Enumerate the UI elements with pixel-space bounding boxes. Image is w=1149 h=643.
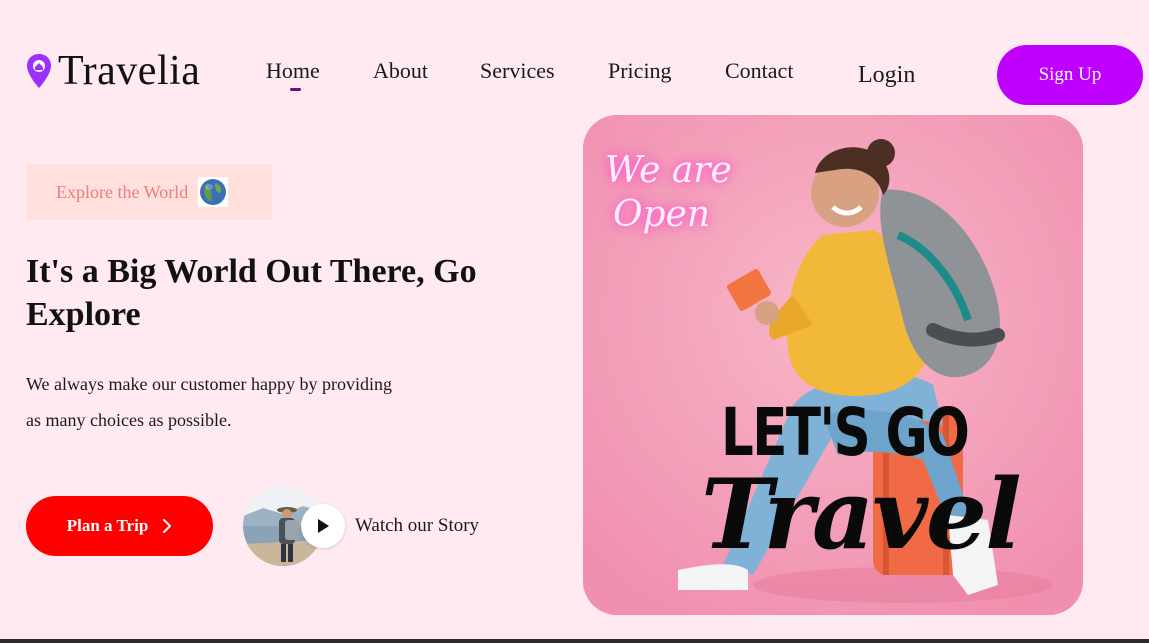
hero-subtext-line-2: as many choices as possible. <box>26 410 232 430</box>
badge-label: Explore the World <box>56 181 189 202</box>
plan-trip-button[interactable]: Plan a Trip <box>26 496 213 556</box>
watch-story-link[interactable]: Watch our Story <box>355 515 479 537</box>
globe-icon <box>198 177 229 207</box>
travel-text: Travel <box>701 458 1022 571</box>
play-icon <box>318 519 329 533</box>
hero-subtext-line-1: We always make our customer happy by pro… <box>26 374 392 394</box>
explore-badge: Explore the World <box>26 164 272 220</box>
nav-home[interactable]: Home <box>266 58 320 84</box>
logo[interactable]: Travelia <box>26 50 200 92</box>
plan-trip-label: Plan a Trip <box>66 516 149 535</box>
hero-headline: It's a Big World Out There, Go Explore <box>26 253 477 333</box>
location-pin-icon <box>27 54 51 88</box>
play-button[interactable] <box>301 504 345 548</box>
nav-pricing[interactable]: Pricing <box>608 58 672 84</box>
neon-line-1: We are <box>605 150 732 191</box>
lets-go-text: LET'S GO <box>721 394 970 471</box>
nav-active-indicator <box>290 88 301 91</box>
brand-name: Travelia <box>58 48 201 94</box>
chevron-right-icon <box>163 519 172 533</box>
login-link[interactable]: Login <box>858 62 915 89</box>
nav-contact[interactable]: Contact <box>725 58 793 84</box>
page-bottom-edge <box>0 639 1149 643</box>
nav-about[interactable]: About <box>373 58 428 84</box>
neon-sign: We are Open <box>605 149 745 237</box>
hero-subtext: We always make our customer happy by pro… <box>26 366 456 438</box>
nav-services[interactable]: Services <box>480 58 555 84</box>
signup-button[interactable]: Sign Up <box>997 45 1143 105</box>
neon-line-2: Open <box>613 194 711 235</box>
hero-image: We are Open LET'S GO Travel <box>583 115 1083 615</box>
